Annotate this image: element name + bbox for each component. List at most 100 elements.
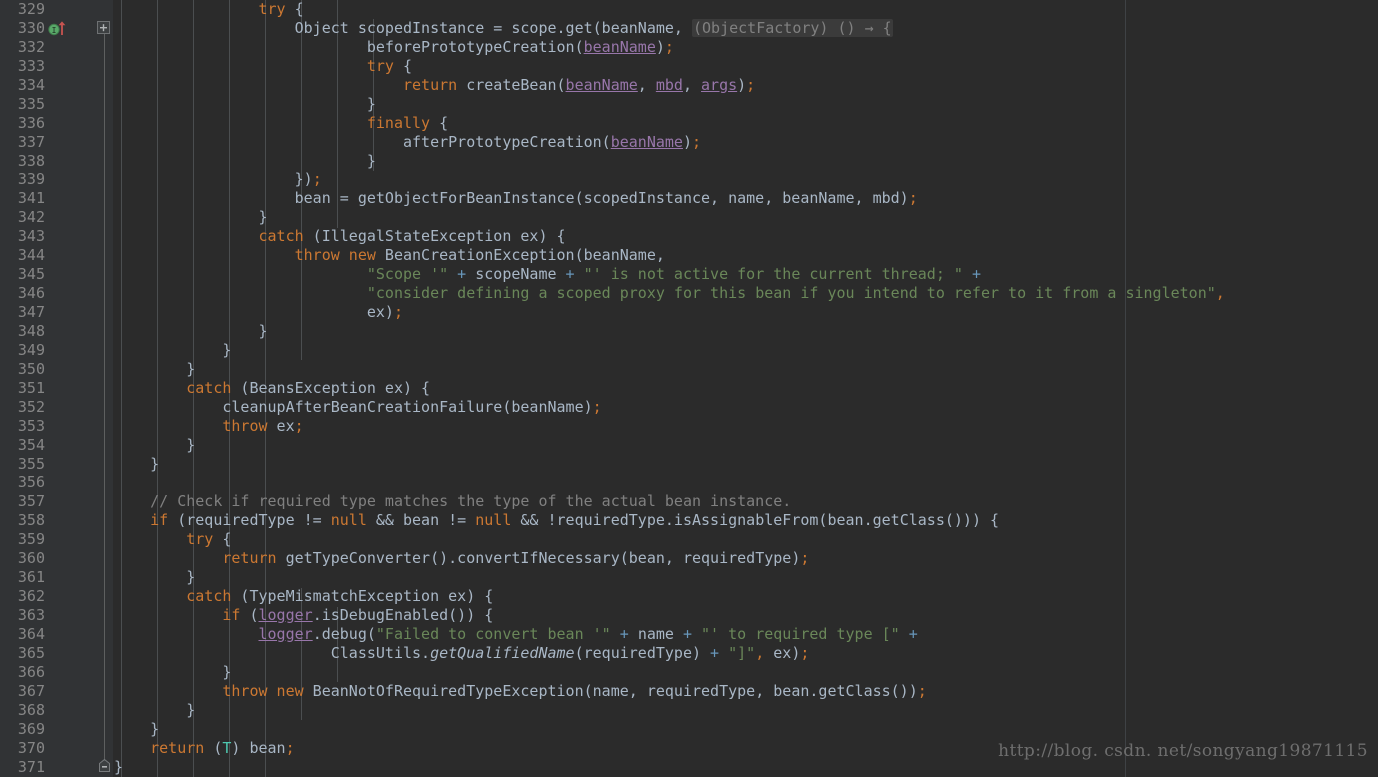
- code-line[interactable]: // Check if required type matches the ty…: [113, 492, 1378, 511]
- code-line[interactable]: if (requiredType != null && bean != null…: [113, 511, 1378, 530]
- gutter-row[interactable]: 332: [0, 38, 113, 57]
- code-line[interactable]: throw new BeanCreationException(beanName…: [113, 246, 1378, 265]
- gutter-row[interactable]: 354: [0, 436, 113, 455]
- code-token: throw: [222, 416, 268, 435]
- gutter-row[interactable]: 368: [0, 701, 113, 720]
- code-token: ;: [664, 37, 674, 56]
- code-line[interactable]: }: [113, 208, 1378, 227]
- gutter-row[interactable]: 361: [0, 568, 113, 587]
- code-line[interactable]: bean = getObjectForBeanInstance(scopedIn…: [113, 189, 1378, 208]
- code-line[interactable]: cleanupAfterBeanCreationFailure(beanName…: [113, 398, 1378, 417]
- overridden-method-icon[interactable]: I: [48, 20, 74, 37]
- code-line[interactable]: }: [113, 701, 1378, 720]
- gutter-row[interactable]: 362: [0, 587, 113, 606]
- code-token: scopeName: [475, 265, 557, 284]
- line-number: 355: [17, 454, 45, 473]
- code-line[interactable]: }: [113, 568, 1378, 587]
- gutter-row[interactable]: 351: [0, 379, 113, 398]
- line-number: 365: [17, 643, 45, 662]
- code-token: ;: [908, 189, 918, 208]
- gutter-row[interactable]: 353: [0, 417, 113, 436]
- gutter-row[interactable]: 346: [0, 284, 113, 303]
- gutter-row[interactable]: 345: [0, 265, 113, 284]
- code-line[interactable]: "consider defining a scoped proxy for th…: [113, 284, 1378, 303]
- line-number: 333: [17, 56, 45, 75]
- code-line[interactable]: }: [113, 322, 1378, 341]
- code-line[interactable]: return getTypeConverter().convertIfNeces…: [113, 549, 1378, 568]
- gutter-row[interactable]: 336: [0, 114, 113, 133]
- gutter-row[interactable]: 329: [0, 0, 113, 19]
- gutter-row[interactable]: 371: [0, 758, 113, 777]
- code-line[interactable]: finally {: [113, 114, 1378, 133]
- code-line[interactable]: });: [113, 170, 1378, 189]
- gutter-row[interactable]: 370: [0, 739, 113, 758]
- code-line[interactable]: [113, 473, 1378, 492]
- gutter-row[interactable]: 347: [0, 303, 113, 322]
- code-editor[interactable]: try { Object scopedInstance = scope.get(…: [0, 0, 1378, 777]
- gutter-row[interactable]: 349: [0, 341, 113, 360]
- gutter-row[interactable]: 369: [0, 720, 113, 739]
- code-token: }: [114, 321, 268, 340]
- gutter-row[interactable]: 342: [0, 208, 113, 227]
- code-line[interactable]: try {: [113, 0, 1378, 19]
- code-line[interactable]: catch (TypeMismatchException ex) {: [113, 587, 1378, 606]
- gutter-row[interactable]: 341: [0, 189, 113, 208]
- code-line[interactable]: return createBean(beanName, mbd, args);: [113, 76, 1378, 95]
- code-token: cleanupAfterBeanCreationFailure(beanName…: [114, 397, 593, 416]
- gutter-row[interactable]: 366: [0, 663, 113, 682]
- gutter-row[interactable]: 357: [0, 492, 113, 511]
- code-line[interactable]: ClassUtils.getQualifiedName(requiredType…: [113, 644, 1378, 663]
- editor-gutter[interactable]: 329 330 I 332 333 334 335 336 337 338 339 341 342 343…: [0, 0, 113, 777]
- code-line[interactable]: }: [113, 663, 1378, 682]
- gutter-row[interactable]: 355: [0, 455, 113, 474]
- code-token: beforePrototypeCreation(: [114, 37, 584, 56]
- gutter-row[interactable]: 333: [0, 57, 113, 76]
- gutter-row[interactable]: 339: [0, 170, 113, 189]
- code-line[interactable]: }: [113, 360, 1378, 379]
- code-line[interactable]: Object scopedInstance = scope.get(beanNa…: [113, 18, 1378, 38]
- gutter-row[interactable]: 344: [0, 246, 113, 265]
- gutter-row[interactable]: 364: [0, 625, 113, 644]
- code-line[interactable]: }: [113, 152, 1378, 171]
- gutter-row[interactable]: 363: [0, 606, 113, 625]
- code-line[interactable]: try {: [113, 57, 1378, 76]
- gutter-row[interactable]: 356: [0, 473, 113, 492]
- code-line[interactable]: beforePrototypeCreation(beanName);: [113, 38, 1378, 57]
- code-line[interactable]: throw ex;: [113, 417, 1378, 436]
- code-line[interactable]: logger.debug("Failed to convert bean '" …: [113, 625, 1378, 644]
- code-area[interactable]: try { Object scopedInstance = scope.get(…: [113, 0, 1378, 777]
- code-lines[interactable]: try { Object scopedInstance = scope.get(…: [113, 0, 1378, 776]
- gutter-row[interactable]: 334: [0, 76, 113, 95]
- gutter-row[interactable]: 338: [0, 152, 113, 171]
- code-line[interactable]: catch (BeansException ex) {: [113, 379, 1378, 398]
- code-line[interactable]: try {: [113, 530, 1378, 549]
- gutter-row[interactable]: 352: [0, 398, 113, 417]
- code-line[interactable]: }: [113, 436, 1378, 455]
- gutter-row[interactable]: 359: [0, 530, 113, 549]
- gutter-row[interactable]: 358: [0, 511, 113, 530]
- gutter-row[interactable]: 350: [0, 360, 113, 379]
- code-token: }: [114, 568, 196, 587]
- code-line[interactable]: }: [113, 455, 1378, 474]
- code-line[interactable]: throw new BeanNotOfRequiredTypeException…: [113, 682, 1378, 701]
- code-line[interactable]: "Scope '" + scopeName + "' is not active…: [113, 265, 1378, 284]
- fold-collapse-icon[interactable]: [99, 758, 110, 772]
- gutter-row[interactable]: 360: [0, 549, 113, 568]
- code-line[interactable]: }: [113, 720, 1378, 739]
- code-token: "' is not active for the current thread;…: [583, 265, 963, 284]
- code-line[interactable]: catch (IllegalStateException ex) {: [113, 227, 1378, 246]
- code-line[interactable]: }: [113, 95, 1378, 114]
- code-line[interactable]: ex);: [113, 303, 1378, 322]
- code-token: name: [637, 624, 674, 643]
- gutter-row[interactable]: 343: [0, 227, 113, 246]
- gutter-row[interactable]: 337: [0, 133, 113, 152]
- gutter-row[interactable]: 335: [0, 95, 113, 114]
- fold-expand-icon[interactable]: [97, 20, 110, 34]
- code-line[interactable]: if (logger.isDebugEnabled()) {: [113, 606, 1378, 625]
- gutter-row[interactable]: 367: [0, 682, 113, 701]
- code-line[interactable]: }: [113, 341, 1378, 360]
- gutter-row[interactable]: 365: [0, 644, 113, 663]
- code-line[interactable]: afterPrototypeCreation(beanName);: [113, 133, 1378, 152]
- gutter-row[interactable]: 348: [0, 322, 113, 341]
